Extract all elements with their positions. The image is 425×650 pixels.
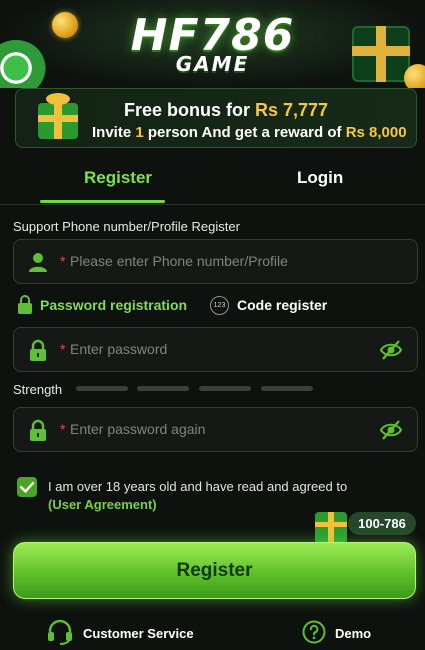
app-header: HF786 GAME <box>0 0 425 88</box>
lock-icon <box>18 295 32 314</box>
footer-bar: Customer Service Demo <box>0 615 425 650</box>
invite-reward-text: Invite 1 person And get a reward of Rs 8… <box>92 124 407 141</box>
password-placeholder: Enter password <box>70 341 168 357</box>
strength-bar-4 <box>261 386 313 391</box>
invite-count: 1 <box>135 124 144 141</box>
headset-icon[interactable] <box>46 619 74 645</box>
promo-code-badge[interactable]: 100-786 <box>348 512 416 535</box>
required-mark: * <box>60 253 66 269</box>
code-register-option[interactable]: Code register <box>237 297 327 313</box>
agreement-checkbox[interactable] <box>17 477 37 497</box>
strength-bar-3 <box>199 386 251 391</box>
agreement-row: I am over 18 years old and have read and… <box>15 476 415 516</box>
gift-icon[interactable] <box>315 512 347 544</box>
active-tab-indicator <box>40 200 165 203</box>
eye-off-icon[interactable] <box>379 419 403 441</box>
lock-icon <box>30 339 46 361</box>
bonus-headline-prefix: Free bonus for <box>124 100 256 120</box>
agreement-text: I am over 18 years old and have read and… <box>48 479 348 494</box>
bonus-amount: Rs 7,777 <box>255 100 329 120</box>
question-icon[interactable] <box>302 620 326 644</box>
password-registration-option[interactable]: Password registration <box>40 297 187 313</box>
required-mark: * <box>60 341 66 357</box>
invite-middle: person And get a reward of <box>143 124 346 141</box>
confirm-password-input[interactable]: * Enter password again <box>13 407 418 452</box>
eye-off-icon[interactable] <box>379 339 403 361</box>
tab-register[interactable]: Register <box>84 168 152 188</box>
code-123-icon: 123 <box>210 296 229 315</box>
invite-prefix: Invite <box>92 124 136 141</box>
register-button[interactable]: Register <box>13 542 416 599</box>
bonus-headline: Free bonus for Rs 7,777 <box>124 100 328 121</box>
tab-login[interactable]: Login <box>297 168 343 188</box>
gift-bow-icon <box>46 93 70 105</box>
lock-icon <box>30 419 46 441</box>
strength-bar-2 <box>137 386 189 391</box>
password-input[interactable]: * Enter password <box>13 327 418 372</box>
phone-input[interactable]: * Please enter Phone number/Profile <box>13 239 418 284</box>
user-icon <box>29 253 47 272</box>
phone-placeholder: Please enter Phone number/Profile <box>70 253 288 269</box>
auth-tabs: Register Login <box>0 160 425 205</box>
user-agreement-link[interactable]: (User Agreement) <box>48 497 157 512</box>
registration-mode-toggle: Password registration 123 Code register <box>15 294 415 316</box>
bonus-banner[interactable]: Free bonus for Rs 7,777 Invite 1 person … <box>15 88 417 148</box>
gift-box-decoration <box>352 26 410 82</box>
gift-icon <box>38 103 78 139</box>
phone-field-label: Support Phone number/Profile Register <box>13 219 240 234</box>
coin-decoration-right <box>404 64 425 88</box>
invite-reward-amount: Rs 8,000 <box>345 124 407 141</box>
check-icon <box>19 481 35 493</box>
confirm-password-placeholder: Enter password again <box>70 421 206 437</box>
demo-link[interactable]: Demo <box>335 626 371 641</box>
required-mark: * <box>60 421 66 437</box>
strength-bar-1 <box>76 386 128 391</box>
customer-service-link[interactable]: Customer Service <box>83 626 194 641</box>
strength-label: Strength <box>13 382 63 397</box>
